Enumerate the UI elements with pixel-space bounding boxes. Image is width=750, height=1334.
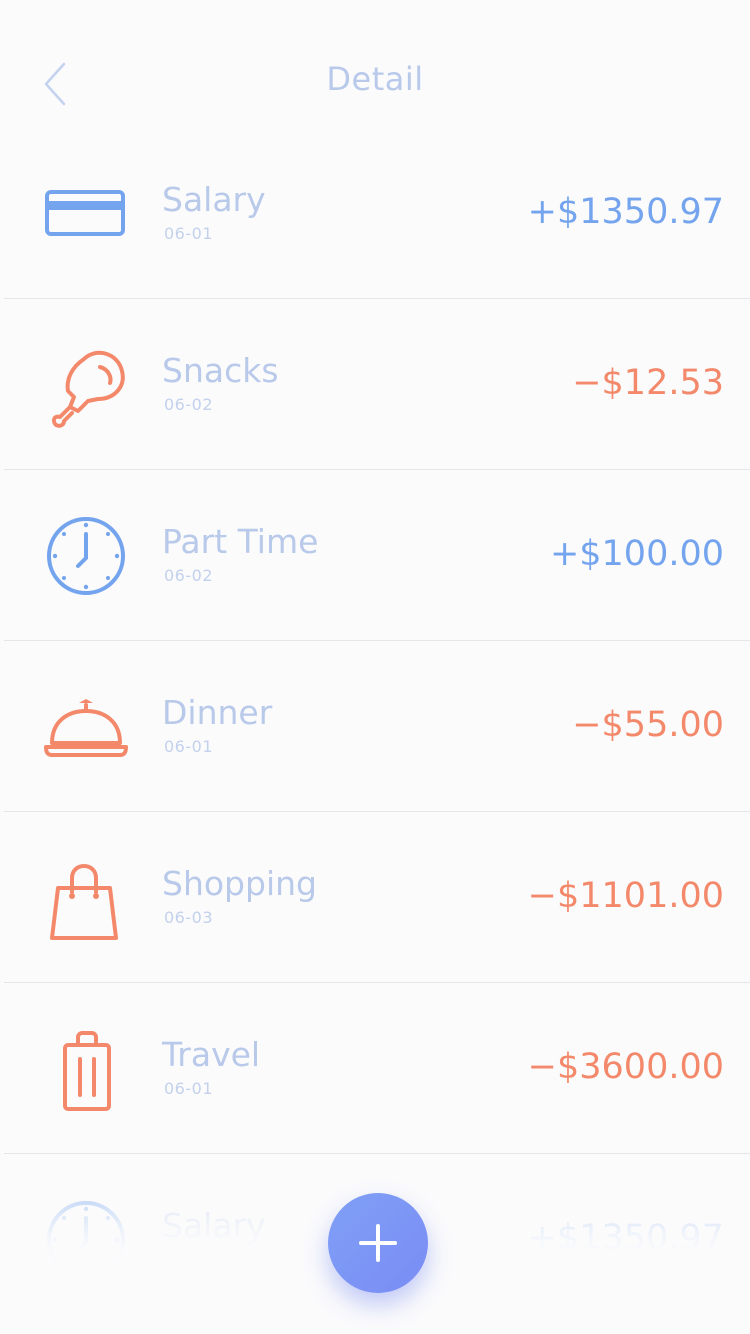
chicken-leg-icon (51, 350, 125, 428)
item-name: Shopping (162, 864, 317, 903)
food-cloche-icon (44, 699, 128, 757)
transaction-list: Salary 06-01 +$1350.97 Snacks 06-02 −$12… (0, 128, 750, 1324)
item-amount: +$1350.97 (527, 192, 724, 232)
item-name: Part Time (162, 522, 319, 561)
item-amount: +$100.00 (549, 534, 724, 574)
plus-icon (359, 1224, 397, 1262)
item-date: 06-01 (164, 1250, 213, 1269)
item-name: Salary (162, 180, 266, 219)
item-name: Salary (162, 1206, 266, 1245)
item-name: Dinner (162, 693, 273, 732)
list-item[interactable]: Part Time 06-02 +$100.00 (4, 470, 750, 641)
item-date: 06-01 (164, 1079, 213, 1098)
shopping-bag-icon (50, 864, 118, 940)
page-title: Detail (326, 60, 424, 98)
luggage-icon (63, 1031, 111, 1111)
list-item[interactable]: Salary 06-01 +$1350.97 (4, 128, 750, 299)
item-date: 06-01 (164, 737, 213, 756)
item-amount: −$55.00 (572, 705, 724, 745)
credit-card-icon (45, 190, 125, 236)
list-item[interactable]: Shopping 06-03 −$1101.00 (4, 812, 750, 983)
list-item[interactable]: Snacks 06-02 −$12.53 (4, 299, 750, 470)
item-amount: −$12.53 (572, 363, 724, 403)
item-date: 06-01 (164, 224, 213, 243)
item-date: 06-03 (164, 908, 213, 927)
list-item[interactable]: Dinner 06-01 −$55.00 (4, 641, 750, 812)
item-date: 06-02 (164, 566, 213, 585)
item-name: Snacks (162, 351, 279, 390)
item-amount: +$1350.97 (527, 1218, 724, 1258)
item-name: Travel (162, 1035, 261, 1074)
list-item[interactable]: Travel 06-01 −$3600.00 (4, 983, 750, 1154)
item-date: 06-02 (164, 395, 213, 414)
clock-icon (47, 1201, 125, 1279)
item-amount: −$3600.00 (527, 1047, 724, 1087)
add-transaction-button[interactable] (328, 1193, 428, 1293)
item-amount: −$1101.00 (527, 876, 724, 916)
clock-icon (47, 517, 125, 595)
